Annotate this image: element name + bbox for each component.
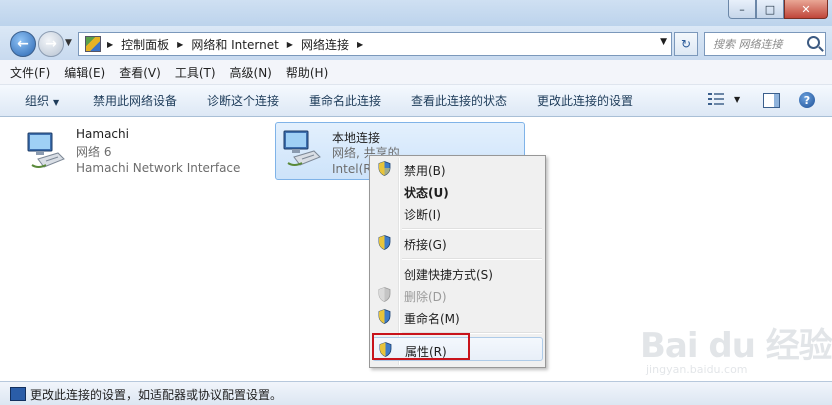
context-menu-item-rename[interactable]: 重命名(M) [372,307,543,327]
address-bar-row: ← → ▼ ▶ 控制面板 ▶ 网络和 Internet ▶ 网络连接 ▶ ▼ ↻ [0,26,832,60]
view-status-button[interactable]: 查看此连接的状态 [411,92,507,109]
forward-arrow-icon: → [45,36,57,52]
command-bar: 组织 ▼ 禁用此网络设备 诊断这个连接 重命名此连接 查看此连接的状态 更改此连接… [0,85,832,117]
context-menu-separator [402,228,542,230]
forward-button[interactable]: → [38,31,64,57]
context-menu-label: 禁用(B) [404,164,446,178]
refresh-button[interactable]: ↻ [674,32,698,56]
help-icon: ? [799,92,815,108]
back-arrow-icon: ← [17,36,29,52]
connection-device: Hamachi Network Interface [76,161,241,175]
menu-help[interactable]: 帮助(H) [279,64,335,81]
menu-view[interactable]: 查看(V) [112,64,168,81]
connection-name: Hamachi [76,127,129,141]
context-menu-item-delete[interactable]: 删除(D) [372,285,543,305]
change-view-button[interactable]: ▼ [708,91,740,107]
uac-shield-icon [378,235,391,250]
connection-status: 网络 6 [76,145,112,159]
highlight-annotation-box [372,333,470,360]
baidu-jingyan-watermark: Bai du 经验 jingyan.baidu.com [640,318,832,376]
minimize-button[interactable]: – [728,0,756,19]
context-menu-item-diagnose[interactable]: 诊断(I) [372,203,543,223]
context-menu-label: 重命名(M) [404,312,460,326]
network-adapter-icon [283,130,321,166]
uac-shield-icon [378,287,391,302]
preview-pane-icon [763,93,780,108]
uac-shield-icon [378,161,391,176]
context-menu-label: 桥接(G) [404,238,447,252]
chevron-down-icon: ▼ [53,98,60,107]
chevron-right-icon[interactable]: ▶ [177,40,183,49]
diagnose-connection-button[interactable]: 诊断这个连接 [207,92,279,109]
network-connection-icon [10,387,26,401]
context-menu-item-disable[interactable]: 禁用(B) [372,159,543,179]
title-bar: – □ ✕ [0,0,832,26]
chevron-right-icon[interactable]: ▶ [287,40,293,49]
disable-device-button[interactable]: 禁用此网络设备 [93,92,177,109]
change-settings-button[interactable]: 更改此连接的设置 [537,92,633,109]
context-menu-label: 诊断(I) [404,208,441,222]
context-menu-label: 删除(D) [404,290,447,304]
view-details-icon [708,91,726,107]
close-button[interactable]: ✕ [784,0,828,19]
search-icon[interactable] [807,36,820,49]
uac-shield-icon [378,309,391,324]
menu-tools[interactable]: 工具(T) [168,64,223,81]
network-adapter-icon [27,132,65,168]
connection-item-hamachi[interactable]: Hamachi 网络 6 Hamachi Network Interface [20,121,260,183]
status-bar: 更改此连接的设置，如适配器或协议配置设置。 [0,381,832,405]
watermark-brand: Bai du 经验 [640,326,832,366]
address-field[interactable]: ▶ 控制面板 ▶ 网络和 Internet ▶ 网络连接 ▶ ▼ [78,32,672,56]
address-dropdown-icon[interactable]: ▼ [660,37,667,47]
breadcrumb-control-panel[interactable]: 控制面板 [121,36,169,53]
status-text: 更改此连接的设置，如适配器或协议配置设置。 [30,388,283,402]
menu-bar: 文件(F) 编辑(E) 查看(V) 工具(T) 高级(N) 帮助(H) [0,60,832,85]
menu-file[interactable]: 文件(F) [0,64,57,81]
search-input[interactable] [711,36,807,52]
preview-pane-button[interactable] [763,93,780,108]
back-button[interactable]: ← [10,31,36,57]
maximize-button[interactable]: □ [756,0,784,19]
chevron-down-icon: ▼ [734,94,741,104]
control-panel-icon [85,36,101,52]
breadcrumb-network-connections[interactable]: 网络连接 [301,36,349,53]
refresh-icon: ↻ [680,37,692,51]
organize-button[interactable]: 组织 ▼ [25,92,59,109]
context-menu-item-create-shortcut[interactable]: 创建快捷方式(S) [372,263,543,283]
context-menu-label: 状态(U) [404,186,449,200]
menu-advanced[interactable]: 高级(N) [223,64,279,81]
recent-pages-dropdown[interactable]: ▼ [65,38,72,48]
rename-connection-button[interactable]: 重命名此连接 [309,92,381,109]
breadcrumb: 控制面板 ▶ 网络和 Internet ▶ 网络连接 ▶ [121,36,371,53]
organize-label: 组织 [25,94,50,108]
connection-device: Intel(R [332,162,372,176]
chevron-right-icon[interactable]: ▶ [107,40,113,49]
chevron-right-icon[interactable]: ▶ [357,40,363,49]
help-button[interactable]: ? [799,92,815,108]
breadcrumb-network-internet[interactable]: 网络和 Internet [191,36,278,53]
context-menu-item-status[interactable]: 状态(U) [372,181,543,201]
window-controls: – □ ✕ [728,0,828,19]
menu-edit[interactable]: 编辑(E) [57,64,112,81]
context-menu-separator [402,258,542,260]
context-menu-label: 创建快捷方式(S) [404,268,493,282]
search-box[interactable] [704,32,826,56]
context-menu-item-bridge[interactable]: 桥接(G) [372,233,543,253]
